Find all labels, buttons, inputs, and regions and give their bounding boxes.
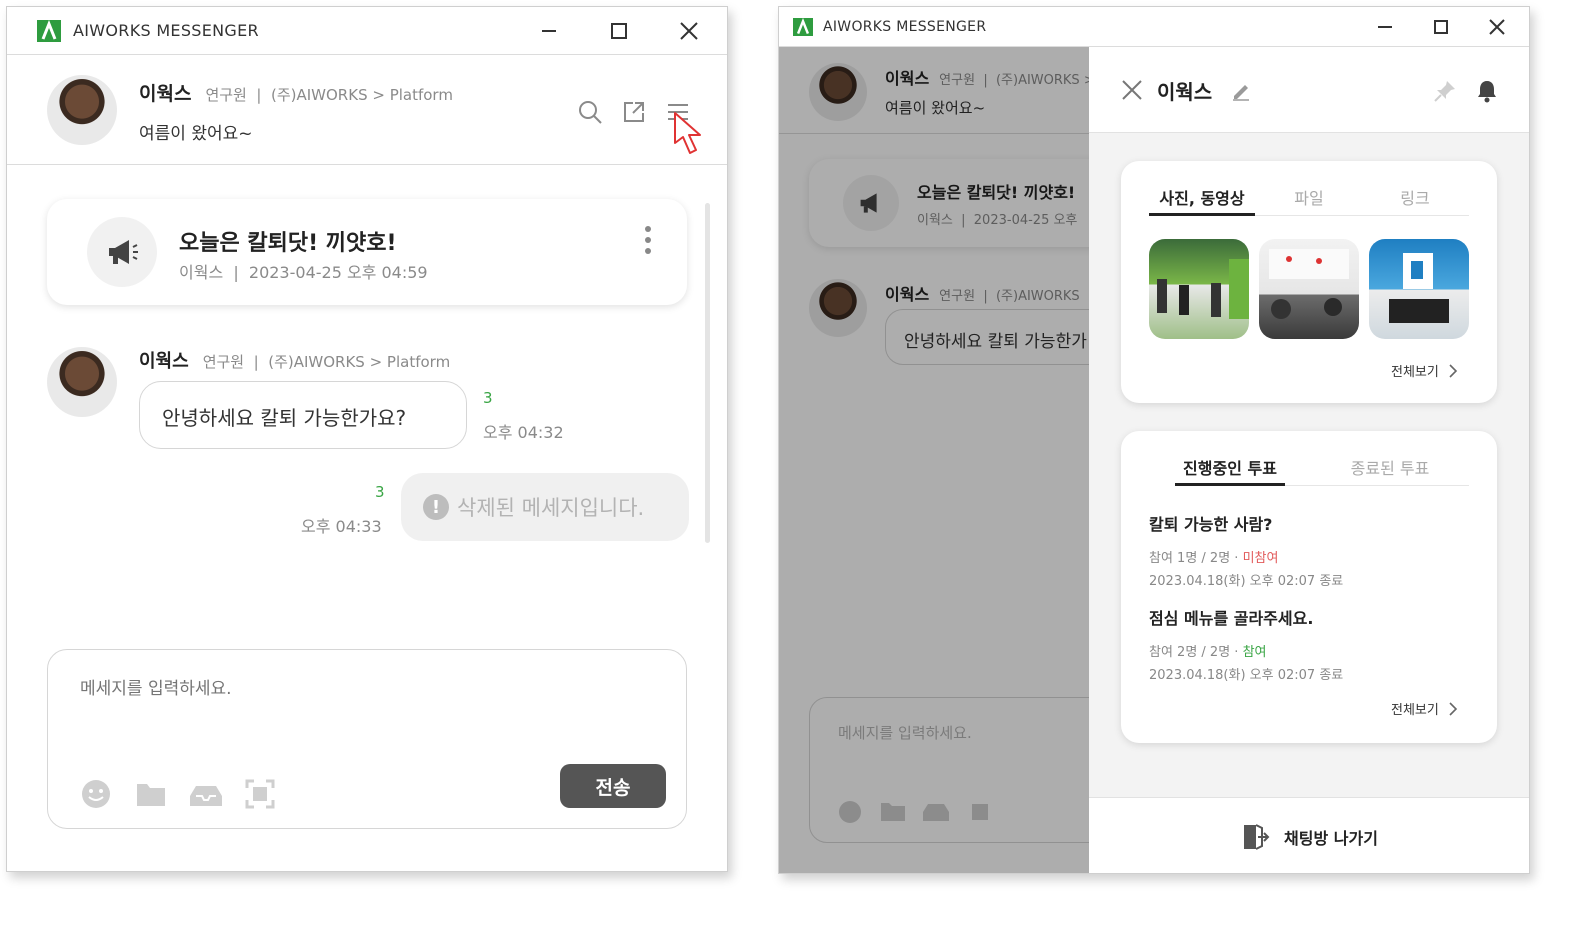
notice-meta: 이웍스 | 2023-04-25 오후 04:59 — [179, 263, 428, 282]
minimize-button[interactable] — [1361, 7, 1409, 47]
edit-pencil-icon[interactable] — [1229, 79, 1253, 103]
vote-count: 참여 1명 / 2명 · — [1149, 551, 1243, 566]
tab-files[interactable]: 파일 — [1271, 185, 1347, 209]
active-tab-underline — [1149, 213, 1255, 216]
title-bar: AIWORKS MESSENGER — [779, 7, 1529, 47]
deleted-message-bubble: ! 삭제된 메세지입니다. — [401, 473, 689, 541]
leave-chat-button[interactable]: 채팅방 나가기 — [1089, 797, 1529, 873]
close-button[interactable] — [665, 7, 713, 55]
notice-title: 오늘은 칼퇴닷! 끼얏호! — [179, 231, 397, 256]
active-tab-underline — [1175, 483, 1285, 486]
message-composer: 전송 — [47, 649, 687, 829]
aiworks-logo-icon — [37, 19, 61, 42]
send-button[interactable]: 전송 — [560, 764, 666, 808]
tab-ended-votes[interactable]: 종료된 투표 — [1335, 455, 1445, 479]
chat-header-name: 이웍스 — [139, 83, 192, 105]
media-card: 사진, 동영상 파일 링크 전체보기 — [1121, 161, 1497, 403]
close-panel-icon[interactable] — [1119, 77, 1145, 103]
title-bar: AIWORKS MESSENGER — [7, 7, 727, 55]
see-all-label: 전체보기 — [1391, 365, 1439, 380]
maximize-button[interactable] — [595, 7, 643, 55]
megaphone-icon — [87, 217, 157, 287]
media-thumbnail[interactable] — [1149, 239, 1249, 339]
media-thumbnail[interactable] — [1259, 239, 1359, 339]
chat-info-panel: 이웍스 사진, 동영상 파일 링크 전체보기 진행중인 투표 종료된 투표 칼퇴… — [1089, 47, 1529, 873]
tab-links[interactable]: 링크 — [1377, 185, 1453, 209]
vote-status: 참여 — [1242, 645, 1267, 660]
chevron-right-icon — [1449, 701, 1457, 716]
vote-count: 참여 2명 / 2명 · — [1149, 645, 1243, 660]
cursor-arrow-icon — [673, 111, 713, 165]
avatar[interactable] — [47, 347, 117, 417]
panel-title: 이웍스 — [1157, 80, 1213, 104]
chat-header: 이웍스 연구원 | (주)AIWORKS > Platform 여름이 왔어요~ — [7, 55, 727, 165]
more-options-icon[interactable] — [643, 225, 653, 257]
vote-status: 미참여 — [1242, 551, 1279, 566]
minimize-button[interactable] — [525, 7, 573, 55]
tab-active-votes[interactable]: 진행중인 투표 — [1175, 455, 1285, 479]
see-all-link[interactable]: 전체보기 — [1391, 361, 1459, 380]
screen-capture-icon[interactable] — [244, 778, 276, 810]
maximize-button[interactable] — [1417, 7, 1465, 47]
vote-item[interactable]: 칼퇴 가능한 사람? 참여 1명 / 2명 · 미참여 2023.04.18(화… — [1149, 511, 1469, 589]
folder-icon[interactable] — [134, 778, 168, 810]
message-time: 오후 04:32 — [483, 423, 564, 442]
unread-count: 3 — [375, 483, 385, 501]
app-title: AIWORKS MESSENGER — [823, 18, 987, 35]
vote-card: 진행중인 투표 종료된 투표 칼퇴 가능한 사람? 참여 1명 / 2명 · 미… — [1121, 431, 1497, 743]
bell-icon[interactable] — [1473, 77, 1501, 105]
chevron-right-icon — [1449, 363, 1457, 378]
aiworks-logo-icon — [793, 17, 813, 36]
pin-icon[interactable] — [1431, 77, 1459, 105]
chat-header-status: 여름이 왔어요~ — [139, 124, 253, 144]
search-icon[interactable] — [575, 97, 605, 127]
unread-count: 3 — [483, 389, 493, 407]
message-time: 오후 04:33 — [301, 517, 382, 536]
avatar[interactable] — [47, 75, 117, 145]
notice-card[interactable]: 오늘은 칼퇴닷! 끼얏호! 이웍스 | 2023-04-25 오후 04:59 — [47, 199, 687, 305]
message-sender-role: 연구원 | (주)AIWORKS > Platform — [202, 353, 451, 371]
vote-title: 점심 메뉴를 골라주세요. — [1149, 609, 1314, 628]
scrollbar[interactable] — [705, 203, 710, 543]
message-bubble[interactable]: 안녕하세요 칼퇴 가능한가요? — [139, 381, 467, 449]
vote-item[interactable]: 점심 메뉴를 골라주세요. 참여 2명 / 2명 · 참여 2023.04.18… — [1149, 605, 1469, 683]
popout-icon[interactable] — [619, 97, 649, 127]
message-text: 안녕하세요 칼퇴 가능한가요? — [162, 406, 407, 430]
vote-title: 칼퇴 가능한 사람? — [1149, 515, 1273, 534]
info-icon: ! — [423, 494, 449, 520]
panel-header: 이웍스 — [1089, 47, 1529, 133]
inbox-icon[interactable] — [188, 778, 224, 810]
deleted-message-text: 삭제된 메세지입니다. — [457, 496, 645, 520]
leave-chat-label: 채팅방 나가기 — [1284, 828, 1378, 848]
message-sender-name: 이웍스 — [139, 351, 189, 372]
chat-header-role: 연구원 | (주)AIWORKS > Platform — [205, 86, 453, 104]
media-thumbnail[interactable] — [1369, 239, 1469, 339]
dim-overlay[interactable] — [779, 47, 1089, 873]
message-input[interactable] — [80, 674, 640, 734]
vote-deadline: 2023.04.18(화) 오후 02:07 종료 — [1149, 668, 1344, 683]
tab-photos-videos[interactable]: 사진, 동영상 — [1149, 185, 1255, 209]
see-all-link[interactable]: 전체보기 — [1391, 699, 1459, 718]
see-all-label: 전체보기 — [1391, 703, 1439, 718]
close-button[interactable] — [1473, 7, 1521, 47]
emoji-icon[interactable] — [80, 778, 112, 810]
messenger-window-right: AIWORKS MESSENGER 이웍스 연구원 | (주)AIWORKS >… — [778, 6, 1530, 874]
exit-door-icon — [1244, 823, 1270, 850]
app-title: AIWORKS MESSENGER — [73, 21, 259, 40]
vote-deadline: 2023.04.18(화) 오후 02:07 종료 — [1149, 574, 1344, 589]
messenger-window-left: AIWORKS MESSENGER 이웍스 연구원 | (주)AIWORKS >… — [6, 6, 728, 872]
